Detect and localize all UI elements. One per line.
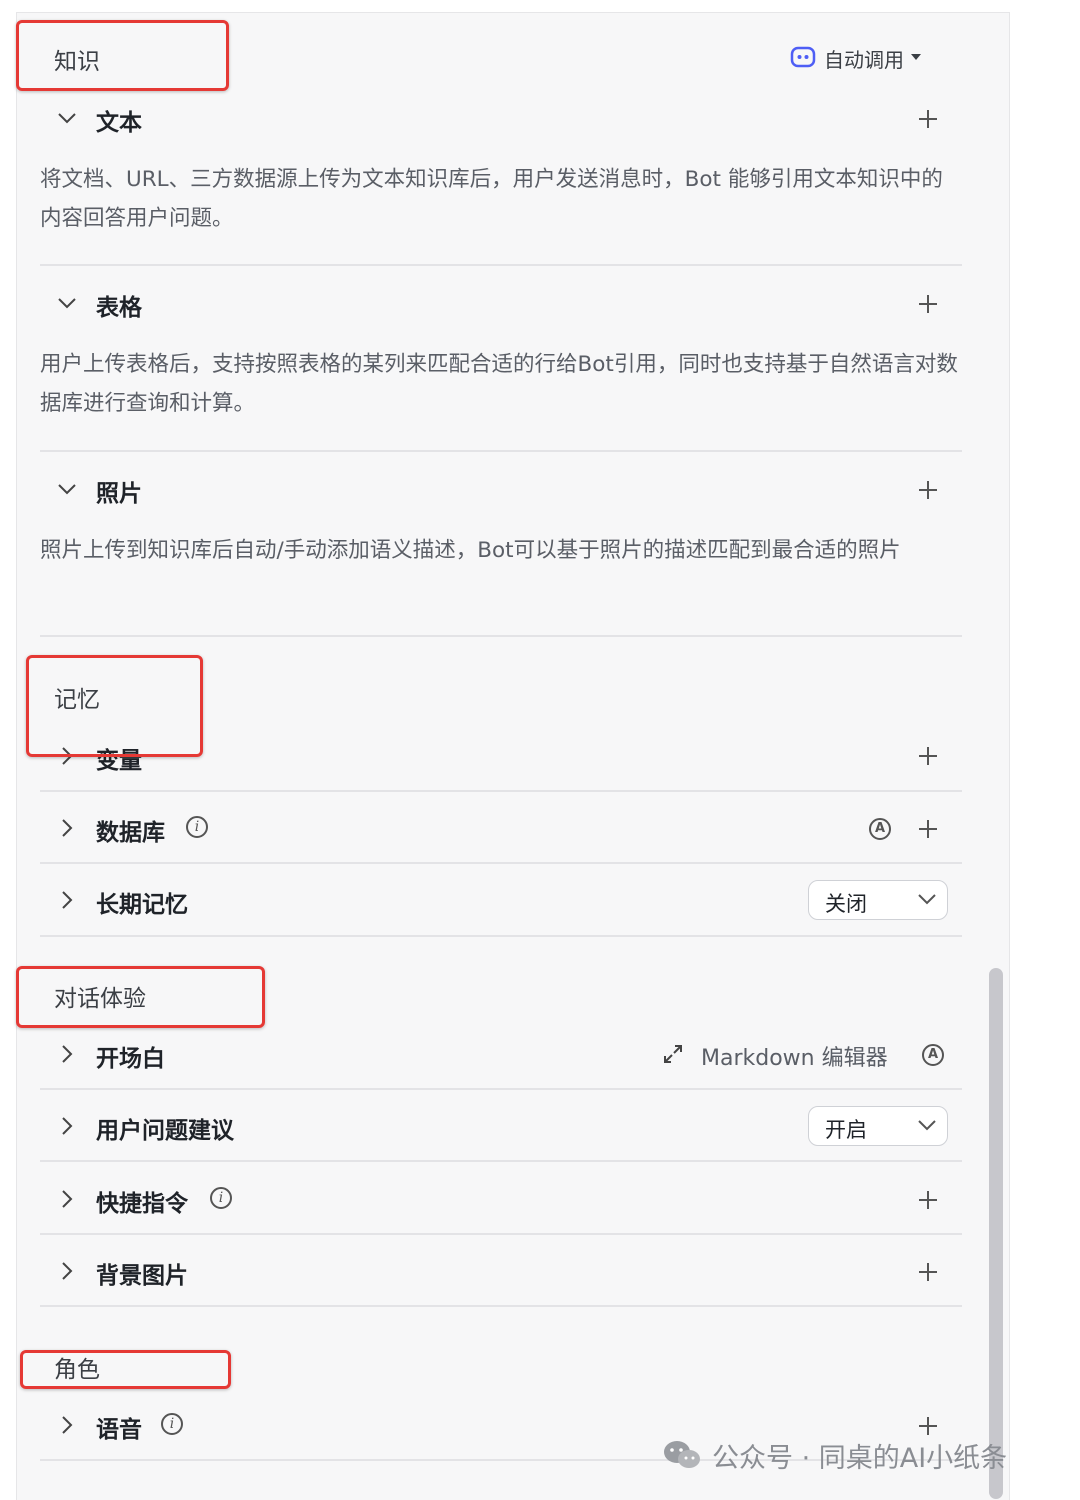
divider: [40, 450, 962, 452]
bot-icon: [790, 46, 816, 68]
divider: [40, 790, 962, 792]
knowledge-item-title: 文本: [96, 110, 142, 136]
chevron-right-icon: [62, 1416, 73, 1434]
divider: [40, 1233, 962, 1235]
dialog-item-title: 背景图片: [96, 1263, 188, 1289]
info-icon[interactable]: i: [210, 1187, 232, 1209]
highlight-box-role: [20, 1350, 231, 1389]
memory-item-title: 数据库: [96, 820, 165, 846]
chevron-right-icon: [62, 1117, 73, 1135]
divider: [40, 1088, 962, 1090]
expand-icon[interactable]: [662, 1043, 684, 1065]
chevron-down-icon: [918, 1120, 936, 1131]
highlight-box-dialog: [16, 966, 265, 1028]
question-suggestion-select[interactable]: 开启: [808, 1106, 948, 1146]
divider: [40, 635, 962, 637]
chevron-down-icon: [58, 113, 76, 124]
knowledge-item-title: 表格: [96, 295, 142, 321]
dialog-item-title: 开场白: [96, 1046, 165, 1072]
dialog-item-title: 快捷指令: [96, 1191, 188, 1217]
add-icon[interactable]: [916, 1188, 940, 1212]
add-icon[interactable]: [916, 744, 940, 768]
dialog-item-title: 用户问题建议: [96, 1118, 234, 1144]
info-icon[interactable]: i: [161, 1413, 183, 1435]
role-item-title: 语音: [96, 1417, 142, 1443]
add-icon[interactable]: [916, 292, 940, 316]
auto-call-label: 自动调用: [824, 48, 904, 72]
scrollbar[interactable]: [989, 968, 1003, 1499]
wechat-icon: [664, 1441, 700, 1468]
auto-mode-icon: A: [922, 1044, 944, 1066]
divider: [40, 935, 962, 937]
add-icon[interactable]: [916, 1414, 940, 1438]
knowledge-item-description: 照片上传到知识库后自动/手动添加语义描述，Bot可以基于照片的描述匹配到最合适的…: [40, 538, 901, 563]
caret-down-icon: [911, 54, 921, 60]
add-icon[interactable]: [916, 107, 940, 131]
memory-item-title: 长期记忆: [96, 892, 188, 918]
auto-mode-icon: A: [869, 818, 891, 840]
add-icon[interactable]: [916, 1260, 940, 1284]
info-icon[interactable]: i: [186, 816, 208, 838]
chevron-right-icon: [62, 891, 73, 909]
divider: [40, 1160, 962, 1162]
chevron-down-icon: [918, 894, 936, 905]
select-value: 关闭: [825, 892, 867, 916]
long-term-memory-select[interactable]: 关闭: [808, 880, 948, 920]
chevron-right-icon: [62, 1045, 73, 1063]
highlight-box-knowledge: [16, 20, 229, 91]
knowledge-item-description: 用户上传表格后，支持按照表格的某列来匹配合适的行给Bot引用，同时也支持基于自然…: [40, 352, 958, 416]
select-value: 开启: [825, 1118, 867, 1142]
watermark-text: 公众号 · 同桌的AI小纸条: [712, 1443, 1008, 1474]
divider: [40, 862, 962, 864]
knowledge-item-description: 将文档、URL、三方数据源上传为文本知识库后，用户发送消息时，Bot 能够引用文…: [40, 167, 943, 231]
chevron-down-icon: [58, 484, 76, 495]
divider: [40, 1305, 962, 1307]
divider: [40, 264, 962, 266]
chevron-right-icon: [62, 819, 73, 837]
add-icon[interactable]: [916, 478, 940, 502]
chevron-right-icon: [62, 1190, 73, 1208]
knowledge-item-title: 照片: [96, 481, 142, 507]
add-icon[interactable]: [916, 817, 940, 841]
chevron-right-icon: [62, 1262, 73, 1280]
chevron-down-icon: [58, 298, 76, 309]
highlight-box-memory: [26, 655, 203, 757]
markdown-editor-label[interactable]: Markdown 编辑器: [701, 1040, 888, 1072]
